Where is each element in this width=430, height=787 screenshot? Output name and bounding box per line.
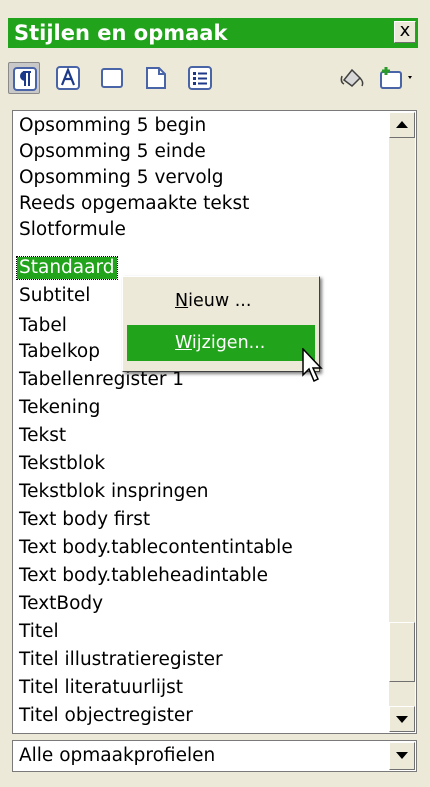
list-item[interactable]: Tekst xyxy=(19,423,66,449)
menu-item-modify-mnemonic: W xyxy=(175,333,192,353)
window-titlebar[interactable]: Stijlen en opmaak x xyxy=(8,18,418,48)
list-styles-icon xyxy=(188,66,212,90)
character-styles-button[interactable] xyxy=(52,62,84,94)
list-item[interactable]: Opsomming 5 begin xyxy=(19,113,206,139)
menu-item-new-label: ieuw ... xyxy=(188,291,252,311)
style-toolbar xyxy=(8,60,422,100)
new-style-from-selection-icon xyxy=(380,67,412,89)
list-item[interactable]: Text body first xyxy=(19,507,150,533)
window-title: Stijlen en opmaak xyxy=(14,21,228,45)
menu-item-new[interactable]: Nieuw ... xyxy=(127,283,315,319)
frame-styles-button[interactable] xyxy=(96,62,128,94)
close-icon: x xyxy=(399,20,411,41)
list-item[interactable]: Text body.tableheadintable xyxy=(19,563,268,589)
style-filter-dropdown-button[interactable] xyxy=(389,742,415,770)
list-item[interactable]: Titel illustratieregister xyxy=(19,647,223,673)
list-item[interactable]: Opsomming 5 einde xyxy=(19,139,206,165)
scroll-down-button[interactable] xyxy=(389,706,415,732)
character-styles-icon xyxy=(56,66,80,90)
arrow-up-icon xyxy=(396,121,408,128)
list-item[interactable]: TextBody xyxy=(19,591,103,617)
list-item[interactable]: Tekstblok inspringen xyxy=(19,479,209,505)
list-styles-button[interactable] xyxy=(184,62,216,94)
chevron-down-icon xyxy=(396,752,408,759)
paragraph-styles-icon xyxy=(13,67,37,91)
list-item[interactable]: Titel literatuurlijst xyxy=(19,675,183,701)
list-item[interactable]: Subtitel xyxy=(19,283,90,309)
list-item[interactable]: Opsomming 5 vervolg xyxy=(19,165,224,191)
list-item[interactable]: Tabel xyxy=(19,313,67,339)
mouse-cursor-icon xyxy=(302,348,323,383)
frame-styles-icon xyxy=(101,68,123,88)
menu-item-new-mnemonic: N xyxy=(175,291,189,311)
list-item[interactable]: Text body.tablecontentintable xyxy=(19,535,293,561)
fill-format-mode-icon xyxy=(340,68,364,87)
list-item[interactable]: Tekstblok xyxy=(19,451,105,477)
scroll-up-button[interactable] xyxy=(389,112,415,138)
new-style-from-selection-button[interactable] xyxy=(374,62,420,94)
list-item[interactable]: Titel objectregister xyxy=(19,703,193,729)
list-item[interactable]: Titel xyxy=(19,619,59,645)
menu-item-modify-label: ijzigen... xyxy=(191,333,266,353)
close-button[interactable]: x xyxy=(394,21,416,43)
context-menu: Nieuw ... Wijzigen... xyxy=(122,276,320,372)
menu-item-modify[interactable]: Wijzigen... xyxy=(127,325,315,361)
page-styles-button[interactable] xyxy=(140,62,172,94)
style-list[interactable]: Opsomming 5 begin Opsomming 5 einde Opso… xyxy=(12,110,417,734)
styles-and-formatting-window: Stijlen en opmaak x Opsomming 5 begin Op… xyxy=(0,0,430,787)
page-styles-icon xyxy=(146,67,166,89)
list-item[interactable]: Tabelkop xyxy=(19,339,100,365)
fill-format-mode-button[interactable] xyxy=(334,62,366,94)
vertical-scrollbar[interactable] xyxy=(389,112,415,732)
arrow-down-icon xyxy=(396,716,408,723)
list-item-selected[interactable]: Standaard xyxy=(16,256,118,280)
list-item[interactable]: Slotformule xyxy=(19,217,126,243)
paragraph-styles-button[interactable] xyxy=(8,62,40,94)
scrollbar-thumb[interactable] xyxy=(389,622,415,682)
style-filter-select[interactable]: Alle opmaakprofielen xyxy=(12,740,417,772)
style-filter-value: Alle opmaakprofielen xyxy=(19,745,216,766)
list-item[interactable]: Tekening xyxy=(19,395,100,421)
list-item[interactable]: Reeds opgemaakte tekst xyxy=(19,191,249,217)
